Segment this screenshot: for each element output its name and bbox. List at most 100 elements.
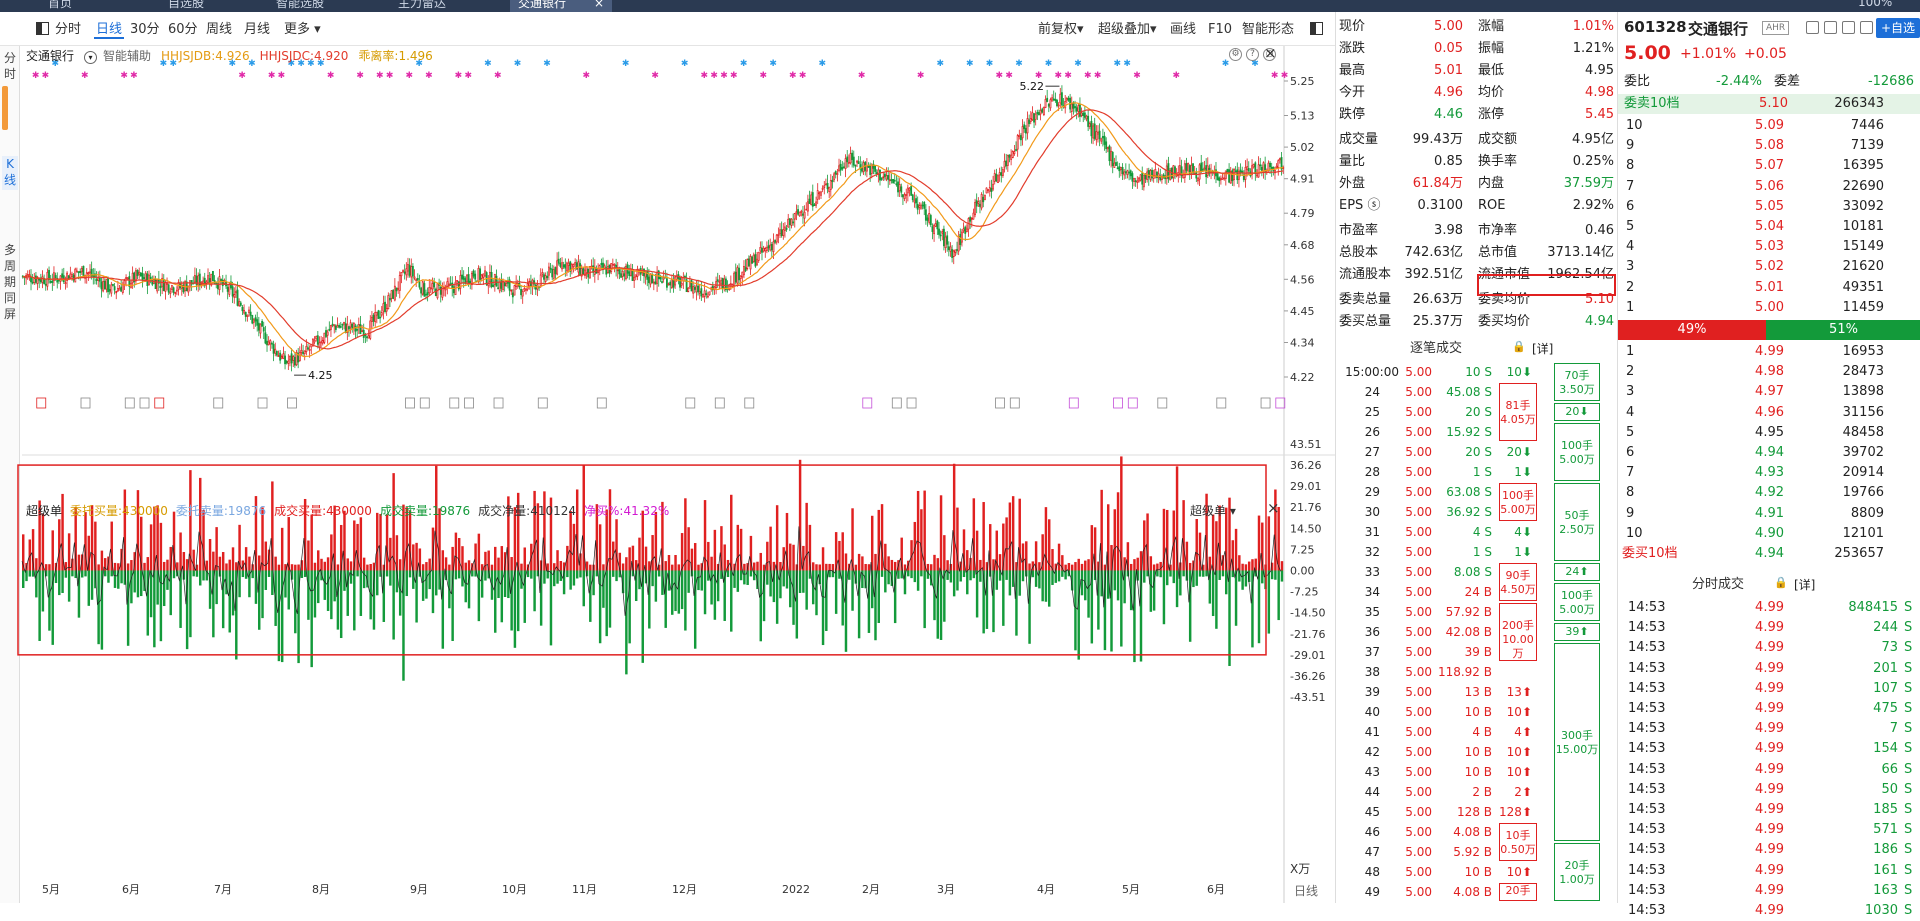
bell-icon[interactable]	[1806, 21, 1819, 34]
ask-price[interactable]: 5.05	[1728, 197, 1784, 217]
candle-body	[1049, 99, 1052, 109]
toolbar-draw[interactable]: 画线	[1168, 20, 1198, 39]
bid-price[interactable]: 4.94	[1728, 443, 1784, 463]
ask-volume: 11459	[1842, 299, 1884, 315]
candle-body	[290, 353, 293, 364]
ask-price[interactable]: 5.04	[1728, 217, 1784, 237]
top-tab-3[interactable]: 主力雷达	[390, 0, 454, 12]
bid-price[interactable]: 4.95	[1728, 423, 1784, 443]
candle-body	[939, 234, 942, 237]
copy-icon[interactable]	[1824, 21, 1837, 34]
top-tab-4[interactable]: 交通银行 ×	[510, 0, 613, 12]
bid-price[interactable]: 4.98	[1728, 362, 1784, 382]
panel-toggle-icon[interactable]	[1308, 20, 1325, 39]
candle-body	[951, 249, 954, 258]
sub-down-bar	[241, 570, 245, 578]
share-icon[interactable]	[1860, 21, 1873, 34]
toolbar-fuquan[interactable]: 前复权▾	[1036, 20, 1086, 39]
merged-order-tag: 81手 4.05万	[1499, 383, 1537, 441]
candle-body	[885, 175, 888, 180]
ask-price[interactable]: 5.07	[1728, 156, 1784, 176]
toolbar-smart[interactable]: 智能形态	[1240, 20, 1296, 39]
toolbar-zhouxian[interactable]: 周线	[204, 20, 234, 39]
sub-up-bar	[421, 564, 425, 571]
top-tab-0[interactable]: 首页	[40, 0, 80, 12]
signal-star-icon: ✱	[583, 71, 591, 81]
sub-close-icon[interactable]: ×	[1267, 499, 1280, 517]
x-axis-label: 10月	[502, 883, 527, 896]
legend-smart[interactable]: 智能辅助	[103, 49, 151, 63]
sub-down-bar	[494, 570, 497, 633]
side-amount: 1.00万	[1559, 873, 1595, 886]
toolbar-rixian[interactable]: 日线	[94, 20, 125, 39]
sub-up-bar	[159, 522, 163, 571]
bid-price[interactable]: 4.99	[1728, 342, 1784, 362]
top-tab-1[interactable]: 自选股	[160, 0, 212, 12]
kline-legend: 交通银行 ▾ 智能辅助 HHJSJDB:4.926 HHJSJDC:4.920 乖离率:1…	[26, 46, 443, 66]
sub-up-bar	[651, 535, 654, 571]
layout-toggle-icon[interactable]	[36, 22, 49, 35]
signal-star-icon: ✱	[1173, 71, 1181, 81]
toolbar-yuexian[interactable]: 月线	[242, 20, 272, 39]
ask-price[interactable]: 5.08	[1728, 136, 1784, 156]
tick-detail-link[interactable]: [详]	[1532, 340, 1553, 357]
quote-value: 0.05	[1434, 41, 1463, 56]
deal-volume: 848415	[1848, 600, 1898, 615]
signal-star-icon: ✱	[769, 59, 777, 69]
tick-volume: 4 B	[1472, 725, 1492, 739]
sub-down-bar	[84, 570, 87, 577]
sub-down-bar	[1113, 570, 1117, 591]
legend-dropdown-icon[interactable]: ▾	[84, 51, 98, 64]
bid-price[interactable]: 4.90	[1728, 524, 1784, 544]
candle-body	[456, 279, 459, 282]
alert-icon[interactable]	[1842, 21, 1855, 34]
ask-price[interactable]: 5.09	[1728, 116, 1784, 136]
lock-icon[interactable]: 🔒	[1512, 340, 1526, 353]
candle-body	[911, 194, 914, 201]
sub-y-tick-label: 14.50	[1290, 522, 1322, 535]
ask-price[interactable]: 5.02	[1728, 257, 1784, 277]
bid-volume: 12101	[1842, 525, 1884, 541]
ask-price[interactable]: 5.06	[1728, 177, 1784, 197]
help-icon[interactable]: ?	[1246, 48, 1259, 61]
ahr-badge[interactable]: AHR	[1762, 21, 1790, 35]
add-watchlist-button[interactable]: +自选	[1876, 18, 1920, 38]
sub-indicator-select[interactable]: 超级单 ▾	[1190, 502, 1236, 519]
toolbar-60min[interactable]: 60分	[166, 20, 200, 39]
sub-up-bar	[146, 557, 150, 571]
chart-area[interactable]: 5.25 5.13 5.02 4.91 4.79 4.68 4.56 4.45 4.34 4.22…	[0, 46, 1335, 903]
tab-close-icon[interactable]: ×	[594, 0, 604, 10]
candle-body	[833, 173, 836, 180]
candle-body	[252, 319, 255, 323]
candle-body	[1147, 169, 1150, 178]
bid-price[interactable]: 4.92	[1728, 483, 1784, 503]
bid-price[interactable]: 4.91	[1728, 504, 1784, 524]
ask-price[interactable]: 5.01	[1728, 278, 1784, 298]
ask-price[interactable]: 5.03	[1728, 237, 1784, 257]
deal-time: 14:53	[1628, 741, 1666, 757]
bid-price[interactable]: 4.93	[1728, 463, 1784, 483]
chart-svg[interactable]: 5.255.135.024.914.794.684.564.454.344.22…	[0, 46, 1335, 903]
sub-up-bar	[330, 534, 333, 571]
bid-price[interactable]: 4.96	[1728, 403, 1784, 423]
candle-body	[752, 254, 755, 262]
toolbar-more[interactable]: 更多 ▾	[282, 20, 323, 39]
signal-star-icon: ✱	[32, 71, 40, 81]
ask-price[interactable]: 5.00	[1728, 298, 1784, 318]
candle-body	[961, 231, 963, 243]
fenshi-lock-icon[interactable]: 🔒	[1774, 576, 1788, 589]
close-icon[interactable]: ×	[1264, 44, 1277, 62]
settings-icon[interactable]: ⚙	[1229, 48, 1242, 61]
sub-up-bar	[1116, 492, 1120, 571]
candle-body	[1139, 174, 1142, 181]
toolbar-fenshi[interactable]: 分时	[34, 20, 83, 39]
candle-body	[1129, 170, 1132, 177]
toolbar-overlay[interactable]: 超级叠加▾	[1096, 20, 1159, 39]
toolbar-f10[interactable]: F10	[1206, 20, 1234, 39]
toolbar-30min[interactable]: 30分	[128, 20, 162, 39]
merged-hands: 20手	[1505, 884, 1531, 897]
bid-price[interactable]: 4.97	[1728, 382, 1784, 402]
top-tab-2[interactable]: 智能选股	[268, 0, 332, 12]
sub-down-bar	[303, 570, 307, 577]
fenshi-detail-link[interactable]: [详]	[1794, 576, 1815, 593]
